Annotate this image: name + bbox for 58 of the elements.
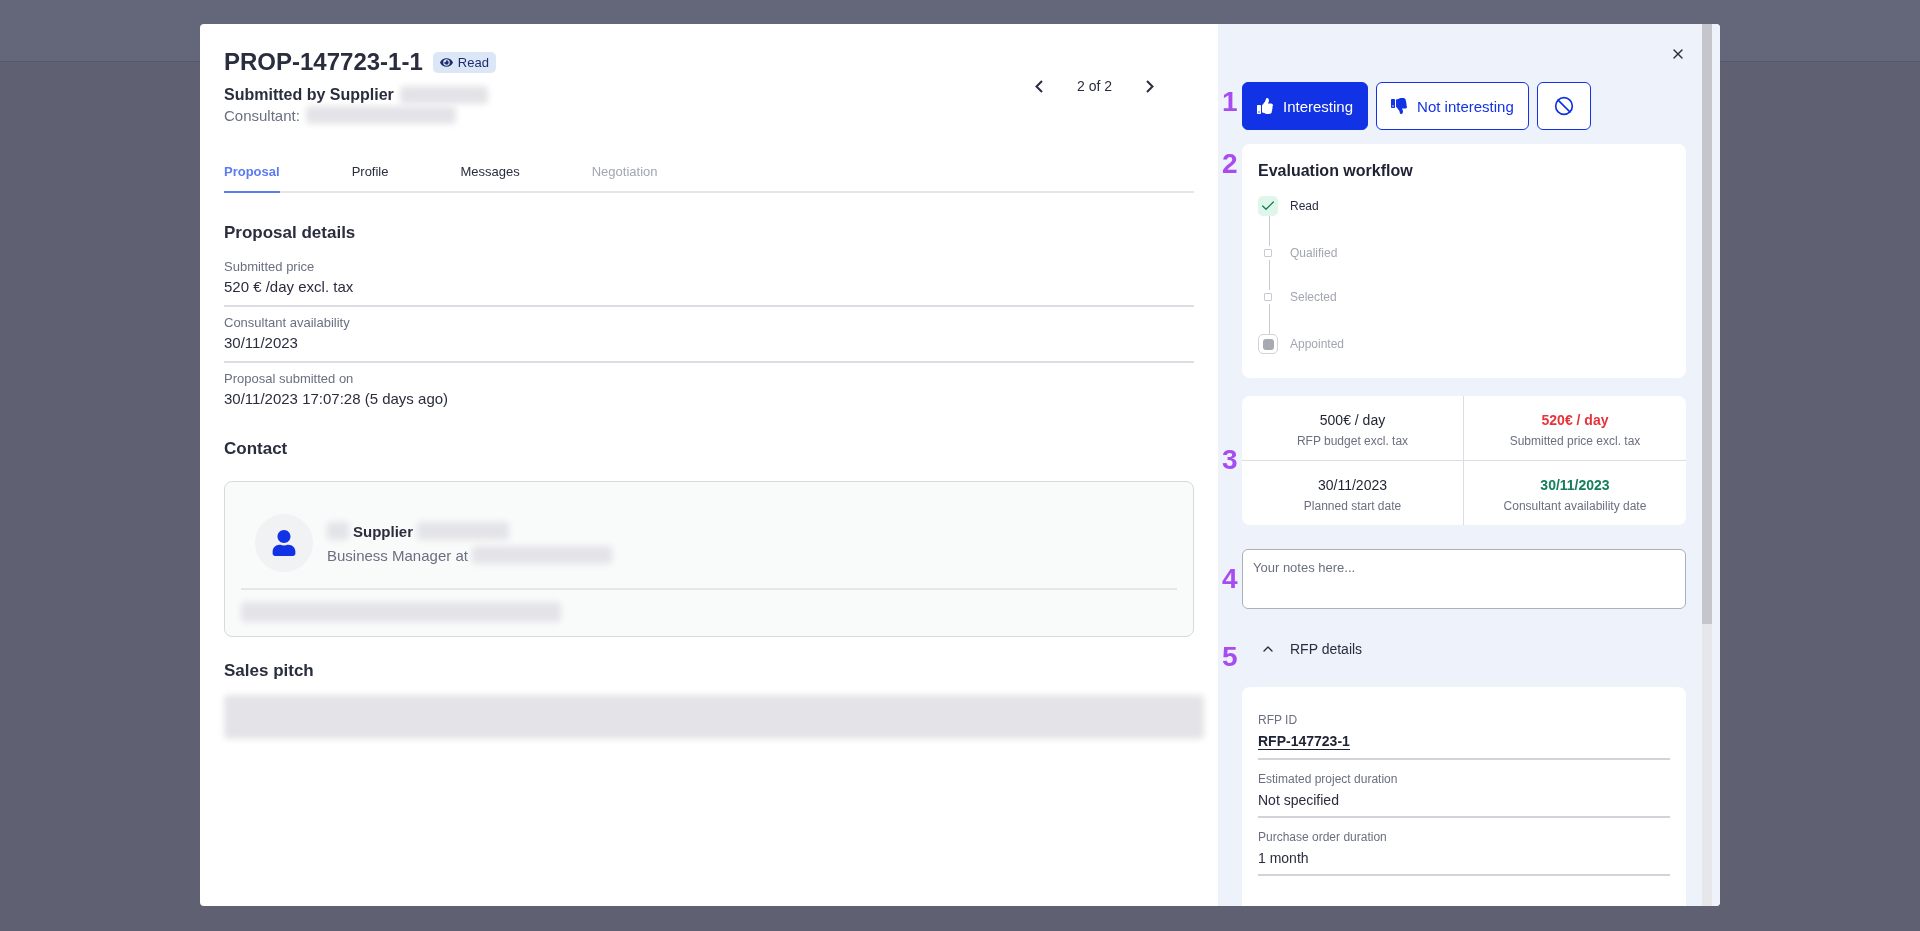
summary-label: Submitted price excl. tax bbox=[1509, 434, 1641, 448]
thumbs-up-icon bbox=[1257, 98, 1273, 114]
thumbs-down-icon bbox=[1391, 98, 1408, 114]
eye-icon bbox=[439, 55, 453, 69]
section-heading: Sales pitch bbox=[224, 661, 315, 681]
chevron-left-icon bbox=[1034, 79, 1043, 93]
field-label: Proposal submitted on bbox=[224, 371, 355, 386]
field-value: 520 € /day excl. tax bbox=[224, 278, 355, 295]
next-button[interactable] bbox=[1146, 79, 1154, 93]
previous-button[interactable] bbox=[1034, 79, 1043, 93]
summary-value: 30/11/2023 bbox=[1318, 477, 1387, 493]
step-label: Qualified bbox=[1290, 246, 1338, 260]
step-label: Selected bbox=[1290, 290, 1337, 304]
summary-label: RFP budget excl. tax bbox=[1296, 434, 1409, 448]
status-badge: Read bbox=[432, 51, 496, 73]
field-value: 30/11/2023 17:07:28 (5 days ago) bbox=[224, 390, 450, 407]
step-marker: 3 bbox=[1222, 443, 1238, 474]
rfp-id-link[interactable]: RFP-147723-1 bbox=[1258, 733, 1350, 750]
chevron-right-icon bbox=[1146, 79, 1154, 93]
rating-button[interactable]: Interesting bbox=[1242, 82, 1369, 130]
notes-field[interactable]: Your notes here... bbox=[1242, 549, 1686, 609]
tab[interactable]: Profile bbox=[351, 164, 389, 193]
proposal-title: PROP-147723-1-1 bbox=[224, 48, 423, 76]
scrollbar[interactable] bbox=[1702, 24, 1712, 906]
field-value: 1 month bbox=[1258, 850, 1309, 866]
blocked-icon bbox=[1553, 96, 1574, 116]
step-marker: 1 bbox=[1222, 85, 1238, 116]
section-heading: Contact bbox=[224, 439, 289, 459]
summary-value: 520€ / day bbox=[1541, 412, 1609, 428]
summary-label: Consultant availability date bbox=[1503, 499, 1647, 513]
section-heading: Proposal details bbox=[224, 223, 357, 243]
summary-label: Planned start date bbox=[1303, 499, 1402, 513]
block-button[interactable] bbox=[1536, 82, 1591, 130]
field-label: RFP ID bbox=[1258, 713, 1298, 727]
pager-text: 2 of 2 bbox=[1076, 78, 1112, 94]
tab[interactable]: Proposal bbox=[224, 164, 280, 193]
person-icon bbox=[271, 530, 297, 556]
card-title: Evaluation workflow bbox=[1257, 161, 1414, 181]
field-value: 30/11/2023 bbox=[224, 334, 299, 351]
summary-value: 500€ / day bbox=[1319, 412, 1386, 428]
summary-value: 30/11/2023 bbox=[1540, 477, 1610, 493]
field-label: Submitted price bbox=[224, 259, 316, 274]
step-marker: 5 bbox=[1222, 640, 1238, 671]
field-label: Consultant availability bbox=[224, 315, 351, 330]
field-label: Purchase order duration bbox=[1258, 830, 1387, 844]
rating-button[interactable]: Not interesting bbox=[1376, 82, 1529, 130]
step-marker: 2 bbox=[1222, 147, 1238, 178]
submitted-by: Submitted by Supplier bbox=[224, 86, 394, 104]
field-value: Not specified bbox=[1258, 792, 1339, 808]
step-label: Appointed bbox=[1290, 337, 1345, 351]
contact-role: Business Manager at bbox=[327, 546, 468, 564]
step-label: Read bbox=[1290, 199, 1319, 213]
field-label: Estimated project duration bbox=[1258, 772, 1398, 786]
tab[interactable]: Messages bbox=[460, 164, 520, 193]
step-marker: 4 bbox=[1222, 562, 1238, 593]
contact-name: Supplier bbox=[353, 522, 413, 540]
accordion-toggle[interactable]: RFP details bbox=[1242, 637, 1363, 657]
consultant-label: Consultant: bbox=[224, 106, 300, 124]
